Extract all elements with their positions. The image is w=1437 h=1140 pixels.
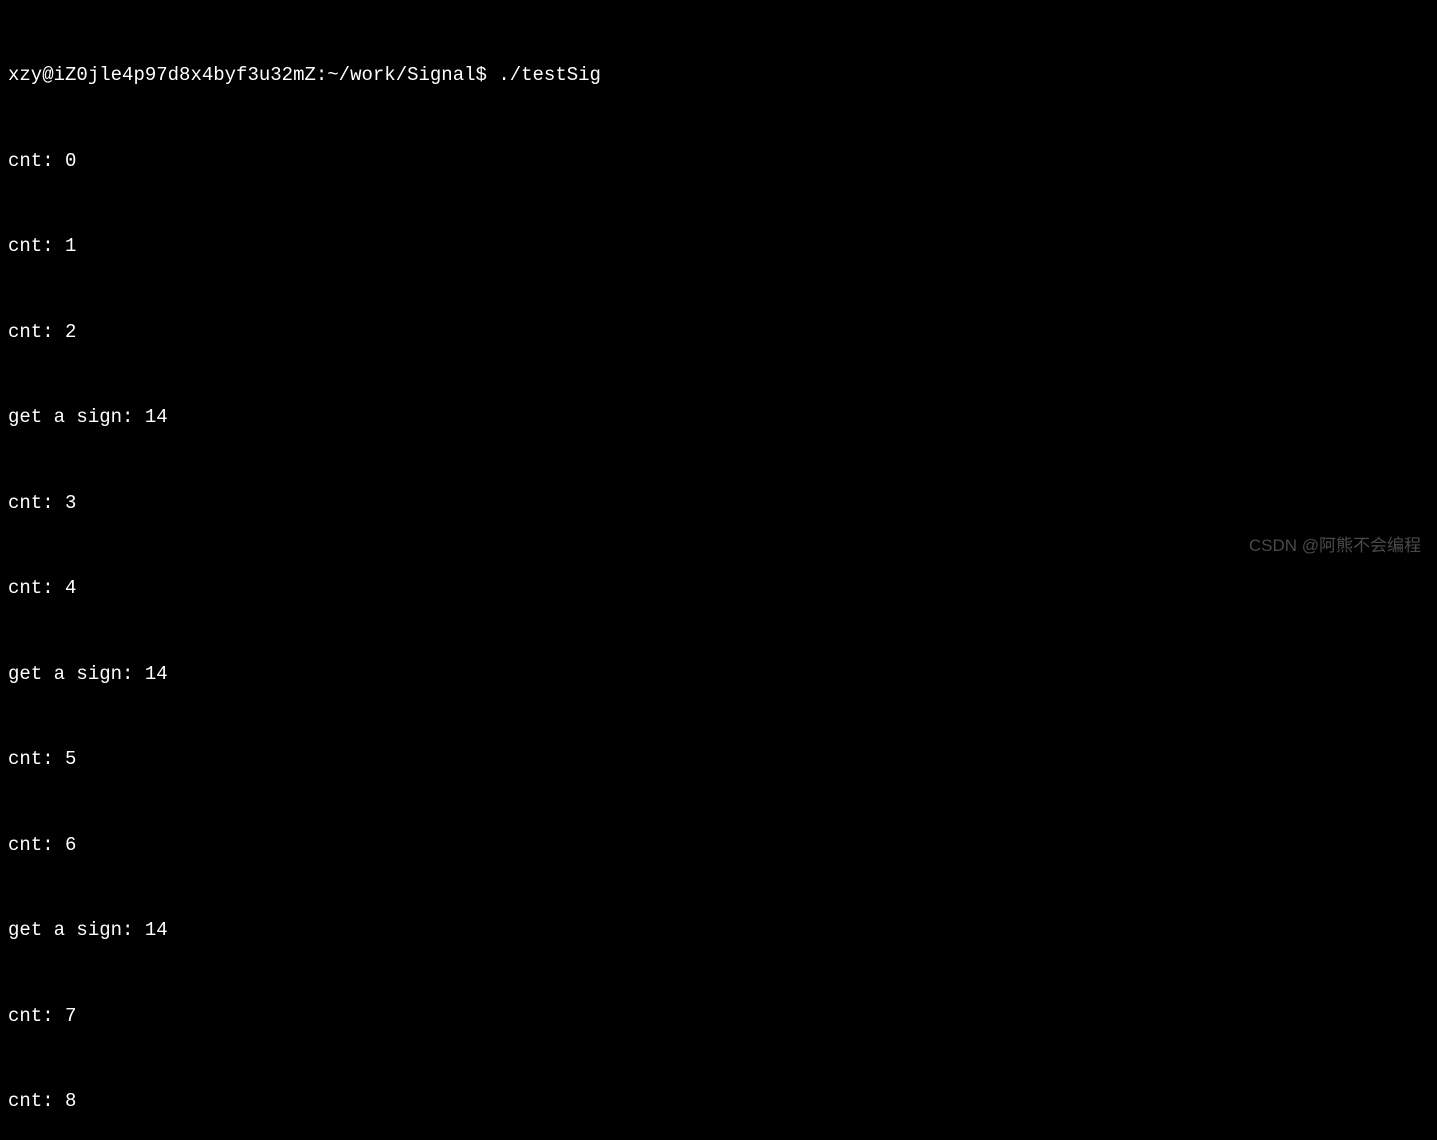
terminal-window[interactable]: xzy@iZ0jle4p97d8x4byf3u32mZ:~/work/Signa… <box>8 4 1429 1140</box>
output-line: cnt: 3 <box>8 489 1429 518</box>
prompt-colon: : <box>316 64 327 86</box>
command-text: ./testSig <box>498 64 601 86</box>
output-line: cnt: 7 <box>8 1002 1429 1031</box>
output-line: cnt: 4 <box>8 574 1429 603</box>
output-line: cnt: 8 <box>8 1087 1429 1116</box>
output-line: cnt: 5 <box>8 745 1429 774</box>
output-line: get a sign: 14 <box>8 916 1429 945</box>
watermark-text: CSDN @阿熊不会编程 <box>1249 533 1421 559</box>
prompt-path: ~/work/Signal <box>327 64 475 86</box>
output-line: get a sign: 14 <box>8 403 1429 432</box>
prompt-user: xzy <box>8 64 42 86</box>
output-line: cnt: 2 <box>8 318 1429 347</box>
output-line: cnt: 1 <box>8 232 1429 261</box>
output-line: cnt: 6 <box>8 831 1429 860</box>
output-line: cnt: 0 <box>8 147 1429 176</box>
prompt-at: @ <box>42 64 53 86</box>
prompt-dollar: $ <box>476 64 499 86</box>
command-line-1: xzy@iZ0jle4p97d8x4byf3u32mZ:~/work/Signa… <box>8 61 1429 90</box>
prompt-host: iZ0jle4p97d8x4byf3u32mZ <box>54 64 316 86</box>
output-line: get a sign: 14 <box>8 660 1429 689</box>
